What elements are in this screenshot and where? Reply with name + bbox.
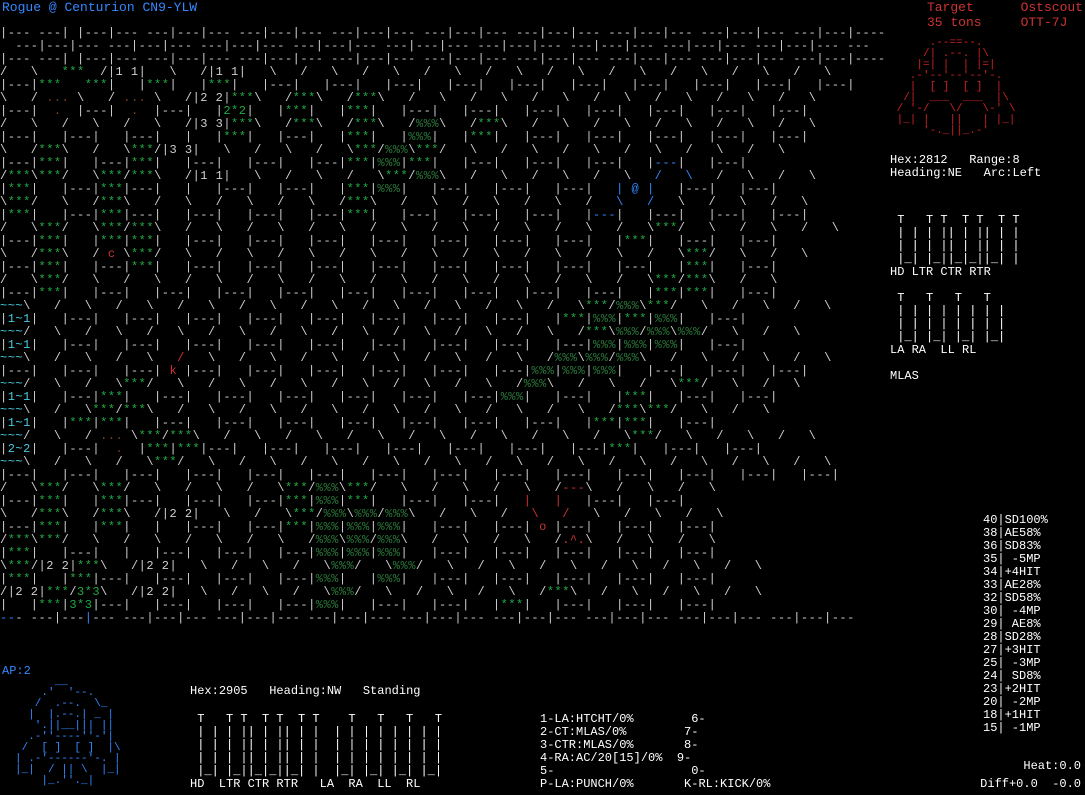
- player-mech-icon: __ .' '--. / .--. \_ | |.--.| _ | '.||__…: [15, 666, 121, 787]
- player-armor-diagram: T T T T T T T T T T T | | | || | || | | …: [190, 713, 442, 791]
- heat-indicator: Heat:0.0: [1023, 760, 1081, 773]
- hex-map[interactable]: |--- ---| |---|--- ---|---|--- ---|---|-…: [0, 14, 885, 654]
- target-mech-icon: .--==--. /| .--. |\ |=| | | |=| .-'--'--…: [890, 27, 1085, 137]
- player-panel: AP:2 __ .' '--. / .--. \_ | |.--.| _ | '…: [0, 665, 1085, 795]
- header-bar: Rogue @ Centurion CN9-YLW Target Ostscou…: [0, 0, 1085, 14]
- player-status: Hex:2905 Heading:NW Standing: [190, 685, 420, 698]
- weapon-list[interactable]: 1-LA:HTCHT/0% 6- 2-CT:MLAS/0% 7- 3-CTR:M…: [540, 713, 770, 791]
- diff-indicator: Diff+0.0 -0.0: [980, 778, 1081, 791]
- target-stats: Hex:2812 Range:8 Heading:NE Arc:Left: [890, 154, 1085, 180]
- player-mech-name: Rogue @ Centurion CN9-YLW: [2, 0, 197, 15]
- target-armor-diagram: T T T T T T T | | | || | || | | | | | ||…: [890, 201, 1085, 383]
- target-panel: .--==--. /| .--. |\ |=| | | |=| .-'--'--…: [890, 14, 1085, 396]
